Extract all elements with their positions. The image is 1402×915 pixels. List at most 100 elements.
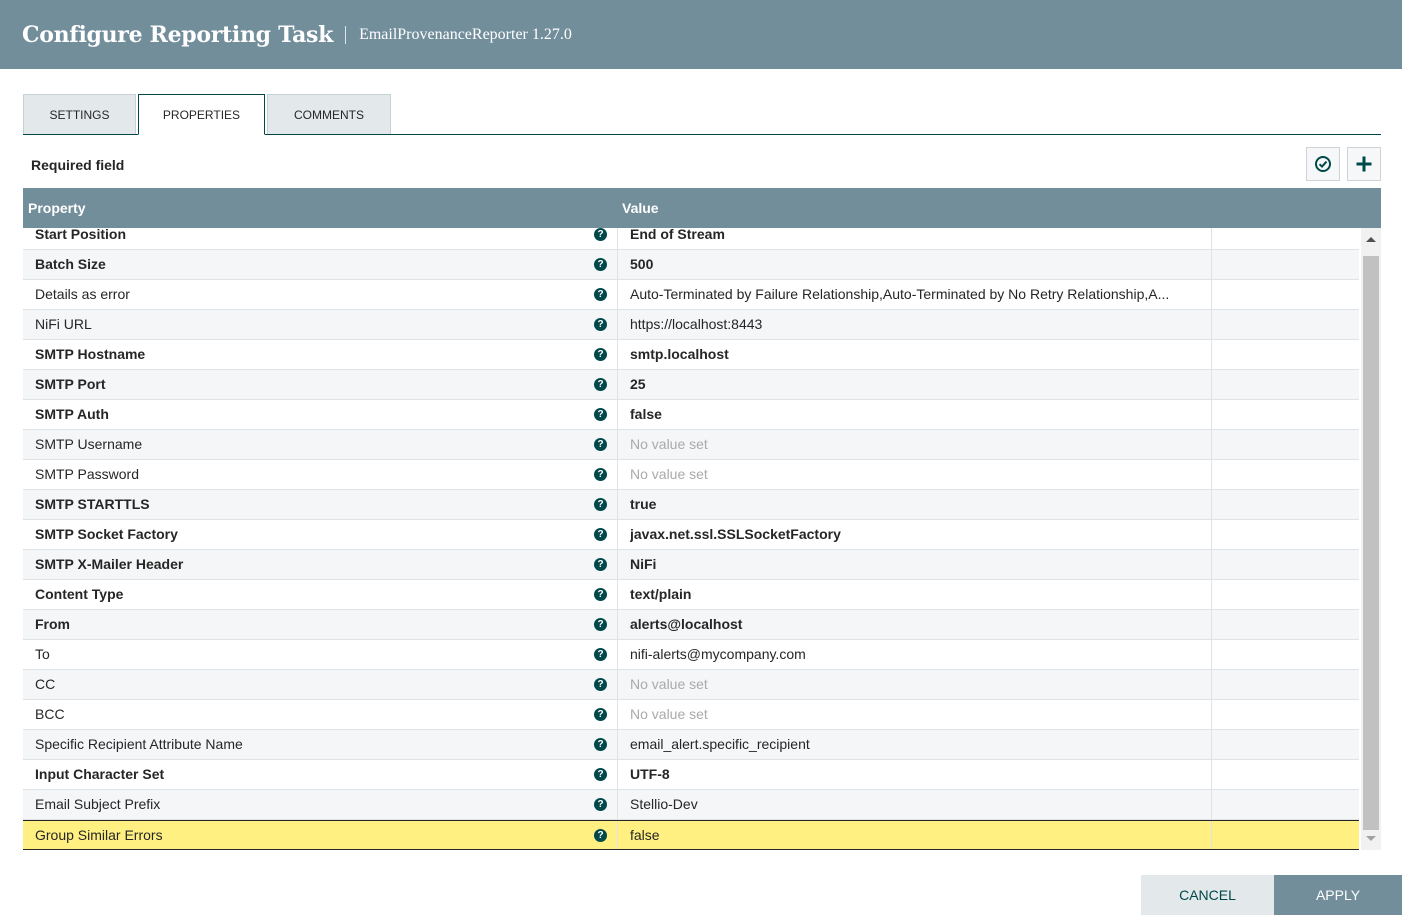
scroll-up-arrow[interactable]: [1366, 237, 1376, 242]
column-header-property[interactable]: Property: [28, 200, 86, 216]
property-value[interactable]: javax.net.ssl.SSLSocketFactory: [630, 520, 1200, 549]
table-row[interactable]: Content Type? text/plain: [23, 580, 1359, 610]
column-divider: [1211, 520, 1212, 549]
property-name: SMTP X-Mailer Header: [35, 556, 184, 572]
column-divider: [1211, 550, 1212, 579]
table-row[interactable]: Batch Size? 500: [23, 250, 1359, 280]
property-value[interactable]: NiFi: [630, 550, 1200, 579]
question-circle-icon[interactable]: ?: [594, 318, 607, 331]
question-circle-icon[interactable]: ?: [594, 228, 607, 241]
question-circle-icon[interactable]: ?: [594, 558, 607, 571]
table-row[interactable]: SMTP Password? No value set: [23, 460, 1359, 490]
question-circle-icon[interactable]: ?: [594, 498, 607, 511]
table-row[interactable]: To? nifi-alerts@mycompany.com: [23, 640, 1359, 670]
table-row[interactable]: SMTP Auth? false: [23, 400, 1359, 430]
question-circle-icon[interactable]: ?: [594, 738, 607, 751]
column-divider: [617, 400, 618, 429]
column-divider: [617, 640, 618, 669]
question-circle-icon[interactable]: ?: [594, 678, 607, 691]
question-circle-icon[interactable]: ?: [594, 288, 607, 301]
question-circle-icon[interactable]: ?: [594, 258, 607, 271]
tab-properties[interactable]: PROPERTIES: [138, 94, 265, 135]
question-circle-icon[interactable]: ?: [594, 768, 607, 781]
table-row[interactable]: SMTP Socket Factory? javax.net.ssl.SSLSoc…: [23, 520, 1359, 550]
property-value[interactable]: No value set: [630, 430, 1200, 459]
question-circle-icon[interactable]: ?: [594, 378, 607, 391]
column-divider: [617, 730, 618, 759]
property-value[interactable]: 500: [630, 250, 1200, 279]
table-row[interactable]: Email Subject Prefix? Stellio-Dev: [23, 790, 1359, 820]
property-name: Email Subject Prefix: [35, 796, 161, 812]
table-row[interactable]: SMTP Port? 25: [23, 370, 1359, 400]
column-divider: [617, 460, 618, 489]
property-value[interactable]: No value set: [630, 670, 1200, 699]
question-circle-icon[interactable]: ?: [594, 348, 607, 361]
column-divider: [1211, 228, 1212, 249]
table-row[interactable]: From? alerts@localhost: [23, 610, 1359, 640]
property-name: SMTP Password: [35, 466, 139, 482]
question-circle-icon[interactable]: ?: [594, 588, 607, 601]
column-header-value[interactable]: Value: [622, 200, 659, 216]
property-value[interactable]: alerts@localhost: [630, 610, 1200, 639]
property-value[interactable]: false: [630, 821, 1200, 850]
property-value[interactable]: 25: [630, 370, 1200, 399]
column-divider: [617, 821, 618, 849]
column-divider: [617, 250, 618, 279]
table-row[interactable]: Group Similar Errors? false: [23, 820, 1359, 850]
question-circle-icon[interactable]: ?: [594, 618, 607, 631]
question-circle-icon[interactable]: ?: [594, 468, 607, 481]
properties-table: Start Position? End of Stream Batch Size? 5…: [23, 228, 1359, 850]
column-divider: [617, 340, 618, 369]
property-value[interactable]: text/plain: [630, 580, 1200, 609]
question-circle-icon[interactable]: ?: [594, 528, 607, 541]
table-row[interactable]: Input Character Set? UTF-8: [23, 760, 1359, 790]
column-divider: [617, 760, 618, 789]
column-divider: [1211, 490, 1212, 519]
table-row[interactable]: SMTP Username? No value set: [23, 430, 1359, 460]
tab-comments[interactable]: COMMENTS: [267, 94, 391, 134]
property-value[interactable]: Auto-Terminated by Failure Relationship,…: [630, 280, 1200, 309]
question-circle-icon[interactable]: ?: [594, 438, 607, 451]
column-divider: [1211, 460, 1212, 489]
column-divider: [1211, 821, 1212, 849]
tab-settings[interactable]: SETTINGS: [23, 94, 136, 134]
property-value[interactable]: UTF-8: [630, 760, 1200, 789]
scroll-down-arrow[interactable]: [1366, 836, 1376, 841]
property-value[interactable]: No value set: [630, 460, 1200, 489]
question-circle-icon[interactable]: ?: [594, 648, 607, 661]
table-row[interactable]: Specific Recipient Attribute Name? email_…: [23, 730, 1359, 760]
table-row[interactable]: SMTP Hostname? smtp.localhost: [23, 340, 1359, 370]
table-row[interactable]: Start Position? End of Stream: [23, 228, 1359, 250]
cancel-button[interactable]: CANCEL: [1141, 875, 1274, 915]
question-circle-icon[interactable]: ?: [594, 708, 607, 721]
table-row[interactable]: BCC? No value set: [23, 700, 1359, 730]
column-divider: [617, 550, 618, 579]
apply-button[interactable]: APPLY: [1274, 875, 1402, 915]
scroll-thumb[interactable]: [1363, 256, 1379, 830]
property-name: Start Position: [35, 228, 127, 242]
property-value[interactable]: https://localhost:8443: [630, 310, 1200, 339]
table-scrollbar[interactable]: [1361, 228, 1381, 850]
table-row[interactable]: SMTP X-Mailer Header? NiFi: [23, 550, 1359, 580]
plus-icon: [1356, 156, 1372, 172]
property-name: Content Type: [35, 586, 124, 602]
column-divider: [617, 280, 618, 309]
property-value[interactable]: false: [630, 400, 1200, 429]
property-value[interactable]: Stellio-Dev: [630, 790, 1200, 819]
property-value[interactable]: No value set: [630, 700, 1200, 729]
property-value[interactable]: End of Stream: [630, 228, 1200, 249]
verify-properties-button[interactable]: [1306, 147, 1340, 181]
question-circle-icon[interactable]: ?: [594, 408, 607, 421]
property-value[interactable]: nifi-alerts@mycompany.com: [630, 640, 1200, 669]
property-value[interactable]: email_alert.specific_recipient: [630, 730, 1200, 759]
table-row[interactable]: Details as error? Auto-Terminated by Fail…: [23, 280, 1359, 310]
table-row[interactable]: NiFi URL? https://localhost:8443: [23, 310, 1359, 340]
property-value[interactable]: true: [630, 490, 1200, 519]
table-row[interactable]: CC? No value set: [23, 670, 1359, 700]
table-row[interactable]: SMTP STARTTLS? true: [23, 490, 1359, 520]
question-circle-icon[interactable]: ?: [594, 829, 607, 842]
tab-bar: SETTINGS PROPERTIES COMMENTS: [23, 94, 1381, 135]
property-value[interactable]: smtp.localhost: [630, 340, 1200, 369]
question-circle-icon[interactable]: ?: [594, 798, 607, 811]
add-property-button[interactable]: [1347, 147, 1381, 181]
